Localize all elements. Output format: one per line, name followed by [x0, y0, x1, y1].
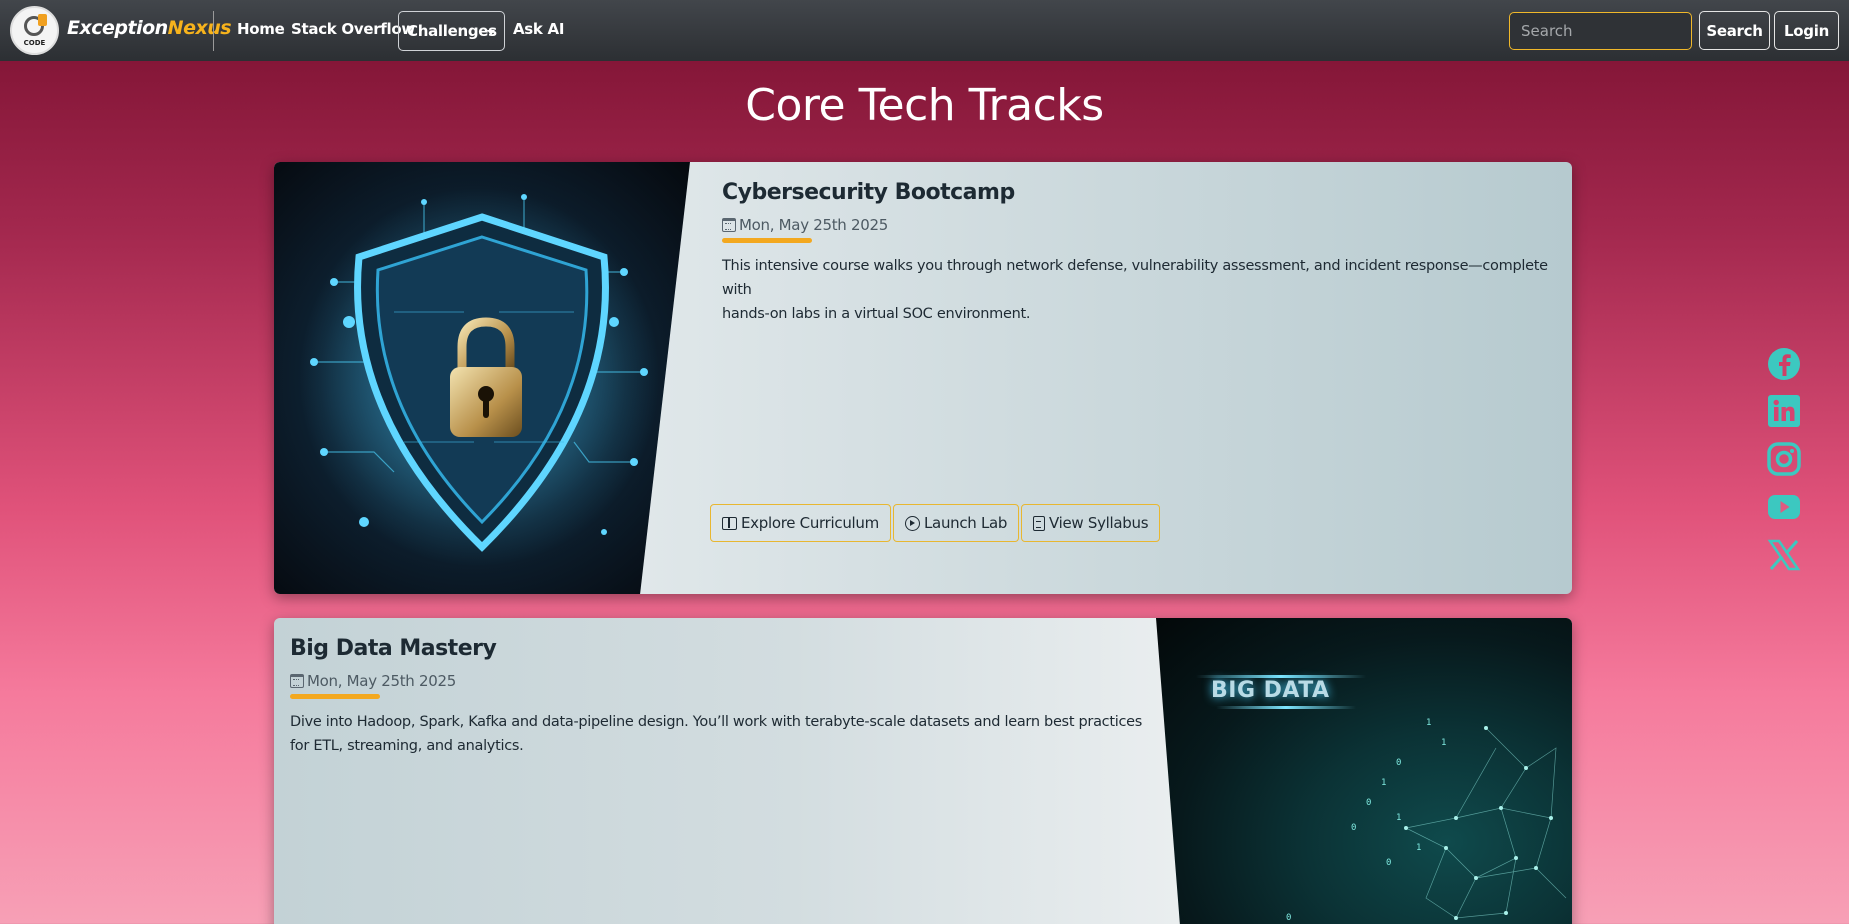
date-underline: [290, 694, 380, 699]
launch-lab-button[interactable]: Launch Lab: [893, 504, 1020, 542]
youtube-icon[interactable]: [1766, 489, 1802, 525]
date-underline: [722, 238, 812, 243]
course-card-cybersecurity: Cybersecurity Bootcamp Mon, May 25th 202…: [274, 162, 1572, 594]
calendar-icon: [722, 218, 736, 232]
x-icon[interactable]: [1766, 537, 1802, 573]
shield-lock-icon: [299, 187, 659, 567]
card-date: Mon, May 25th 2025: [722, 216, 888, 234]
search-input[interactable]: [1509, 12, 1692, 50]
binary-digit: 1: [1381, 778, 1387, 788]
nav-divider: [213, 11, 214, 51]
book-icon: [722, 516, 737, 530]
binary-digit: 1: [1441, 738, 1447, 748]
nav-home[interactable]: Home: [237, 20, 285, 38]
binary-digit: 0: [1386, 858, 1392, 868]
facebook-icon[interactable]: [1766, 346, 1802, 382]
button-label: Launch Lab: [924, 514, 1008, 532]
calendar-icon: [290, 674, 304, 688]
binary-digit: 1: [1396, 813, 1402, 823]
card-date-text: Mon, May 25th 2025: [307, 672, 456, 690]
linkedin-icon[interactable]: [1766, 393, 1802, 429]
nav-stack-overflow[interactable]: Stack Overflow: [291, 20, 415, 38]
login-button[interactable]: Login: [1774, 11, 1839, 50]
card-description-line: Dive into Hadoop, Spark, Kafka and data-…: [290, 714, 1142, 730]
document-icon: [1033, 515, 1045, 531]
card-description: This intensive course walks you through …: [722, 254, 1552, 326]
button-label: View Syllabus: [1049, 514, 1149, 532]
navbar: CODE ExceptionNexus Home Stack Overflow …: [0, 0, 1849, 61]
card-description: Dive into Hadoop, Spark, Kafka and data-…: [290, 710, 1150, 758]
course-card-big-data: Big Data Mastery Mon, May 25th 2025 Dive…: [274, 618, 1572, 924]
card-description-line: This intensive course walks you through …: [722, 258, 1548, 298]
view-syllabus-button[interactable]: View Syllabus: [1021, 504, 1161, 542]
button-label: Explore Curriculum: [741, 514, 879, 532]
card-description-line: for ETL, streaming, and analytics.: [290, 738, 524, 754]
card-description-line: hands-on labs in a virtual SOC environme…: [722, 306, 1031, 322]
logo-text: CODE: [23, 39, 46, 47]
binary-digit: 1: [1426, 718, 1432, 728]
brand-name[interactable]: ExceptionNexus: [67, 17, 232, 39]
binary-digit: 0: [1396, 758, 1402, 768]
play-circle-icon: [905, 515, 920, 531]
network-mesh-graphic: [1404, 726, 1567, 920]
card-date: Mon, May 25th 2025: [290, 672, 456, 690]
card-title: Big Data Mastery: [290, 636, 497, 661]
binary-digit: 1: [1416, 843, 1422, 853]
page-title: Core Tech Tracks: [745, 80, 1104, 131]
binary-digit: 0: [1286, 913, 1292, 923]
site-logo[interactable]: CODE: [10, 6, 59, 55]
binary-digit: 0: [1351, 823, 1357, 833]
binary-digit: 0: [1366, 798, 1372, 808]
course-image-cybersecurity: [274, 162, 690, 594]
challenges-label: Challenges: [407, 22, 497, 40]
nav-ask-ai[interactable]: Ask AI: [513, 20, 564, 38]
caret-down-icon: [487, 30, 495, 35]
course-image-big-data: BIG DATA 0 1 0 0 1 1 0 1 1 0: [1156, 618, 1572, 924]
card-title: Cybersecurity Bootcamp: [722, 180, 1015, 205]
search-button[interactable]: Search: [1699, 11, 1770, 50]
explore-curriculum-button[interactable]: Explore Curriculum: [710, 504, 891, 542]
challenges-dropdown[interactable]: Challenges: [398, 11, 505, 51]
logo-gear-icon: [22, 14, 48, 38]
card-date-text: Mon, May 25th 2025: [739, 216, 888, 234]
instagram-icon[interactable]: [1766, 441, 1802, 477]
